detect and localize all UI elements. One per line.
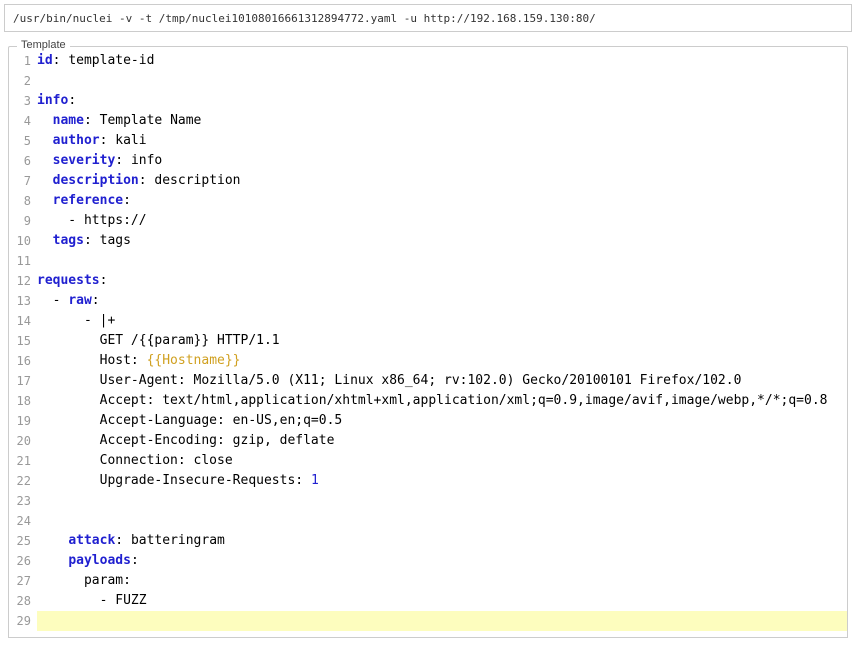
line-number: 3 (9, 91, 31, 111)
code-line[interactable]: description: description (37, 171, 847, 191)
line-number: 15 (9, 331, 31, 351)
line-number: 27 (9, 571, 31, 591)
code-line[interactable] (37, 71, 847, 91)
code-line[interactable]: tags: tags (37, 231, 847, 251)
line-number-gutter: 1234567891011121314151617181920212223242… (9, 51, 37, 637)
code-line[interactable]: Upgrade-Insecure-Requests: 1 (37, 471, 847, 491)
line-number: 13 (9, 291, 31, 311)
line-number: 12 (9, 271, 31, 291)
code-line[interactable]: Accept: text/html,application/xhtml+xml,… (37, 391, 847, 411)
code-line[interactable] (37, 491, 847, 511)
code-line[interactable] (37, 251, 847, 271)
code-line[interactable]: requests: (37, 271, 847, 291)
line-number: 28 (9, 591, 31, 611)
code-line[interactable]: attack: batteringram (37, 531, 847, 551)
line-number: 9 (9, 211, 31, 231)
line-number: 4 (9, 111, 31, 131)
line-number: 17 (9, 371, 31, 391)
code-line[interactable]: - |+ (37, 311, 847, 331)
line-number: 25 (9, 531, 31, 551)
template-label: Template (17, 39, 70, 51)
line-number: 7 (9, 171, 31, 191)
line-number: 20 (9, 431, 31, 451)
code-area[interactable]: id: template-id info: name: Template Nam… (37, 51, 847, 637)
line-number: 2 (9, 71, 31, 91)
code-line[interactable]: id: template-id (37, 51, 847, 71)
line-number: 8 (9, 191, 31, 211)
line-number: 18 (9, 391, 31, 411)
code-line[interactable]: - raw: (37, 291, 847, 311)
line-number: 10 (9, 231, 31, 251)
line-number: 24 (9, 511, 31, 531)
code-line[interactable]: Accept-Language: en-US,en;q=0.5 (37, 411, 847, 431)
line-number: 5 (9, 131, 31, 151)
code-line[interactable]: - FUZZ (37, 591, 847, 611)
line-number: 23 (9, 491, 31, 511)
line-number: 11 (9, 251, 31, 271)
line-number: 6 (9, 151, 31, 171)
code-line[interactable]: severity: info (37, 151, 847, 171)
code-line[interactable]: - https:// (37, 211, 847, 231)
line-number: 1 (9, 51, 31, 71)
code-line[interactable]: User-Agent: Mozilla/5.0 (X11; Linux x86_… (37, 371, 847, 391)
code-line[interactable]: Connection: close (37, 451, 847, 471)
line-number: 26 (9, 551, 31, 571)
code-line[interactable]: reference: (37, 191, 847, 211)
code-editor[interactable]: 1234567891011121314151617181920212223242… (9, 47, 847, 637)
code-line[interactable]: GET /{{param}} HTTP/1.1 (37, 331, 847, 351)
line-number: 14 (9, 311, 31, 331)
template-section: Template 1234567891011121314151617181920… (8, 46, 848, 638)
line-number: 29 (9, 611, 31, 631)
command-input[interactable] (13, 12, 843, 25)
command-bar (4, 4, 852, 32)
code-line[interactable]: Accept-Encoding: gzip, deflate (37, 431, 847, 451)
line-number: 21 (9, 451, 31, 471)
code-line[interactable]: info: (37, 91, 847, 111)
code-line[interactable]: name: Template Name (37, 111, 847, 131)
code-line[interactable] (37, 611, 847, 631)
line-number: 16 (9, 351, 31, 371)
line-number: 22 (9, 471, 31, 491)
line-number: 19 (9, 411, 31, 431)
code-line[interactable]: author: kali (37, 131, 847, 151)
code-line[interactable]: Host: {{Hostname}} (37, 351, 847, 371)
code-line[interactable]: param: (37, 571, 847, 591)
code-line[interactable] (37, 511, 847, 531)
code-line[interactable]: payloads: (37, 551, 847, 571)
